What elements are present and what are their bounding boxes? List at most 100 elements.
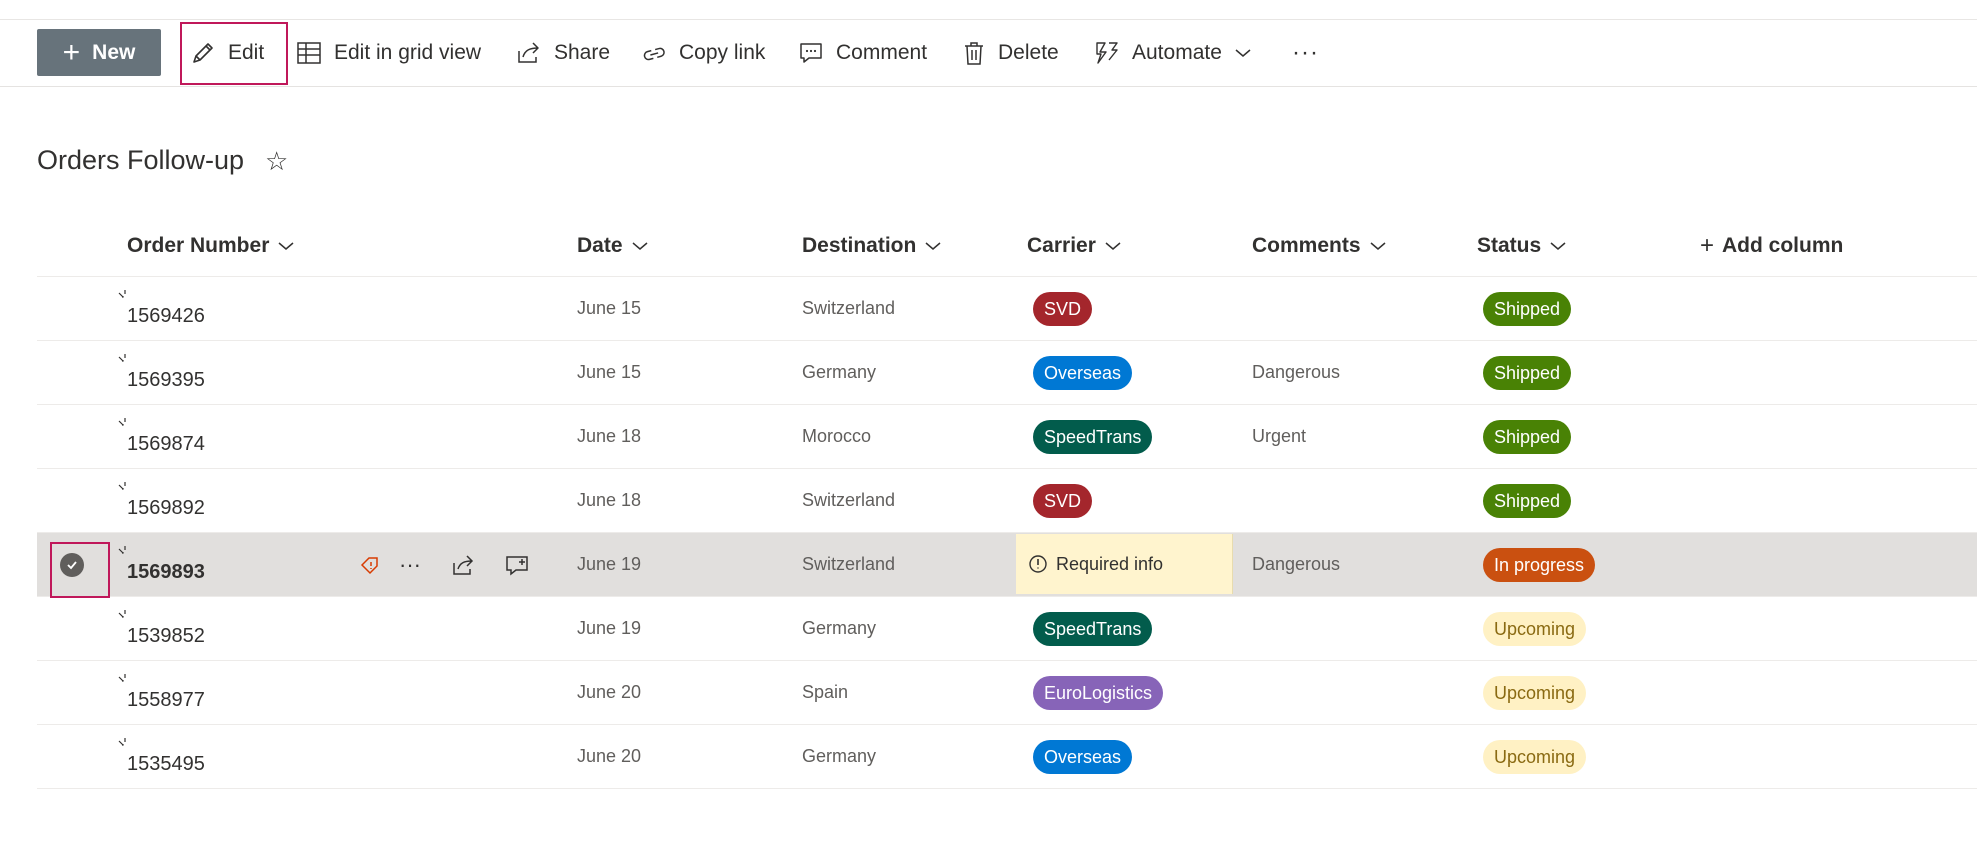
table-row[interactable]: 1569893 ··· June 19 Switzerland Required inf…: [37, 533, 1977, 597]
order-number-link[interactable]: 1569426: [127, 277, 205, 348]
status-badge: Shipped: [1483, 483, 1572, 518]
automate-button[interactable]: Automate: [1094, 20, 1252, 86]
date-cell: June 19: [577, 597, 641, 660]
order-number-link[interactable]: 1569874: [127, 405, 205, 476]
status-badge: Upcoming: [1483, 675, 1587, 710]
comment-button[interactable]: Comment: [798, 20, 927, 86]
date-cell: June 20: [577, 661, 641, 724]
column-header-label: Date: [577, 234, 623, 257]
delete-button-label: Delete: [998, 41, 1059, 64]
edit-grid-view-button[interactable]: Edit in grid view: [296, 20, 481, 86]
row-share-icon[interactable]: [451, 533, 475, 596]
destination-text: Germany: [802, 746, 877, 766]
status-badge: Shipped: [1483, 291, 1572, 326]
share-icon: [516, 40, 542, 66]
new-button[interactable]: + New: [37, 29, 161, 76]
chevron-down-icon: [1104, 240, 1122, 252]
destination-cell: Germany: [802, 725, 876, 788]
destination-cell: Spain: [802, 661, 848, 724]
comment-button-label: Comment: [836, 41, 928, 64]
delete-button[interactable]: Delete: [962, 20, 1059, 86]
table-row[interactable]: 1569892 June 18 Switzerland SVD Shipped: [37, 469, 1977, 533]
carrier-badge: SVD: [1033, 291, 1093, 326]
date-cell: June 18: [577, 469, 641, 532]
comments-text: Dangerous: [1252, 554, 1341, 574]
status-cell: In progress: [1483, 533, 1596, 596]
column-header-carrier[interactable]: Carrier: [1027, 228, 1122, 264]
new-button-label: New: [92, 40, 136, 64]
comments-text: Dangerous: [1252, 362, 1341, 382]
order-number-link[interactable]: 1569395: [127, 341, 205, 412]
carrier-cell: SpeedTrans: [1033, 597, 1153, 660]
destination-cell: Germany: [802, 341, 876, 404]
trash-icon: [962, 40, 986, 66]
date-text: June 19: [577, 618, 642, 638]
column-header-label: Comments: [1252, 234, 1361, 257]
more-actions-button[interactable]: ···: [1292, 20, 1319, 86]
favorite-star-icon[interactable]: ☆: [265, 146, 288, 177]
grid-icon: [296, 40, 322, 66]
column-header-status[interactable]: Status: [1477, 228, 1567, 264]
table-row[interactable]: 1535495 June 20 Germany Overseas Upcoming: [37, 725, 1977, 789]
date-text: June 15: [577, 362, 642, 382]
column-header-date[interactable]: Date: [577, 228, 649, 264]
status-cell: Shipped: [1483, 469, 1572, 532]
carrier-badge: SpeedTrans: [1033, 611, 1153, 646]
column-header-label: Destination: [802, 234, 917, 257]
row-more-actions-icon[interactable]: ···: [399, 533, 421, 596]
order-number-link[interactable]: 1569893: [127, 533, 205, 604]
table-row[interactable]: 1569874 June 18 Morocco SpeedTrans Urgent Shi…: [37, 405, 1977, 469]
comment-icon: [798, 40, 824, 66]
order-number-text: 1569426: [127, 305, 205, 327]
carrier-badge: EuroLogistics: [1033, 675, 1164, 710]
flow-icon: [1094, 40, 1120, 66]
info-circle-icon: [1028, 554, 1048, 574]
column-header-order-number[interactable]: Order Number: [127, 228, 295, 264]
link-icon: [641, 40, 667, 66]
destination-text: Germany: [802, 362, 877, 382]
order-number-link[interactable]: 1558977: [127, 661, 205, 732]
destination-text: Switzerland: [802, 298, 896, 318]
order-number-link[interactable]: 1569892: [127, 469, 205, 540]
destination-text: Switzerland: [802, 490, 896, 510]
copy-link-button[interactable]: Copy link: [641, 20, 765, 86]
status-cell: Shipped: [1483, 341, 1572, 404]
table-row[interactable]: 1569395 June 15 Germany Overseas Dangerous Sh…: [37, 341, 1977, 405]
destination-cell: Switzerland: [802, 469, 895, 532]
order-number-link[interactable]: 1535495: [127, 725, 205, 796]
add-column-label: Add column: [1722, 234, 1844, 257]
column-header-label: Carrier: [1027, 234, 1096, 257]
table-row[interactable]: 1558977 June 20 Spain EuroLogistics Upcoming: [37, 661, 1977, 725]
chevron-down-icon: [631, 240, 649, 252]
column-header-destination[interactable]: Destination: [802, 228, 942, 264]
carrier-cell: Overseas: [1033, 341, 1133, 404]
order-number-text: 1569892: [127, 497, 205, 519]
table-row[interactable]: 1569426 June 15 Switzerland SVD Shipped: [37, 277, 1977, 341]
carrier-badge: SVD: [1033, 483, 1093, 518]
destination-cell: Switzerland: [802, 533, 895, 596]
destination-text: Morocco: [802, 426, 872, 446]
edit-highlight-box: [180, 22, 288, 85]
automate-button-label: Automate: [1132, 41, 1222, 64]
table-row[interactable]: 1539852 June 19 Germany SpeedTrans Upcoming: [37, 597, 1977, 661]
order-number-link[interactable]: 1539852: [127, 597, 205, 668]
date-text: June 18: [577, 426, 642, 446]
share-button[interactable]: Share: [516, 20, 610, 86]
status-cell: Upcoming: [1483, 725, 1587, 788]
column-header-comments[interactable]: Comments: [1252, 228, 1387, 264]
date-cell: June 18: [577, 405, 641, 468]
chevron-down-icon: [277, 240, 295, 252]
status-badge: Shipped: [1483, 355, 1572, 390]
carrier-badge: SpeedTrans: [1033, 419, 1153, 454]
add-column-button[interactable]: + Add column: [1700, 228, 1843, 264]
status-cell: Shipped: [1483, 277, 1572, 340]
carrier-required-info-cell[interactable]: Required info: [1016, 534, 1233, 594]
error-tag-icon[interactable]: [359, 533, 381, 596]
row-add-comment-icon[interactable]: [505, 533, 531, 596]
destination-text: Germany: [802, 618, 877, 638]
column-header-label: Order Number: [127, 234, 270, 257]
share-button-label: Share: [554, 41, 611, 64]
chevron-down-icon: [1369, 240, 1387, 252]
destination-cell: Switzerland: [802, 277, 895, 340]
column-header-label: Status: [1477, 234, 1542, 257]
